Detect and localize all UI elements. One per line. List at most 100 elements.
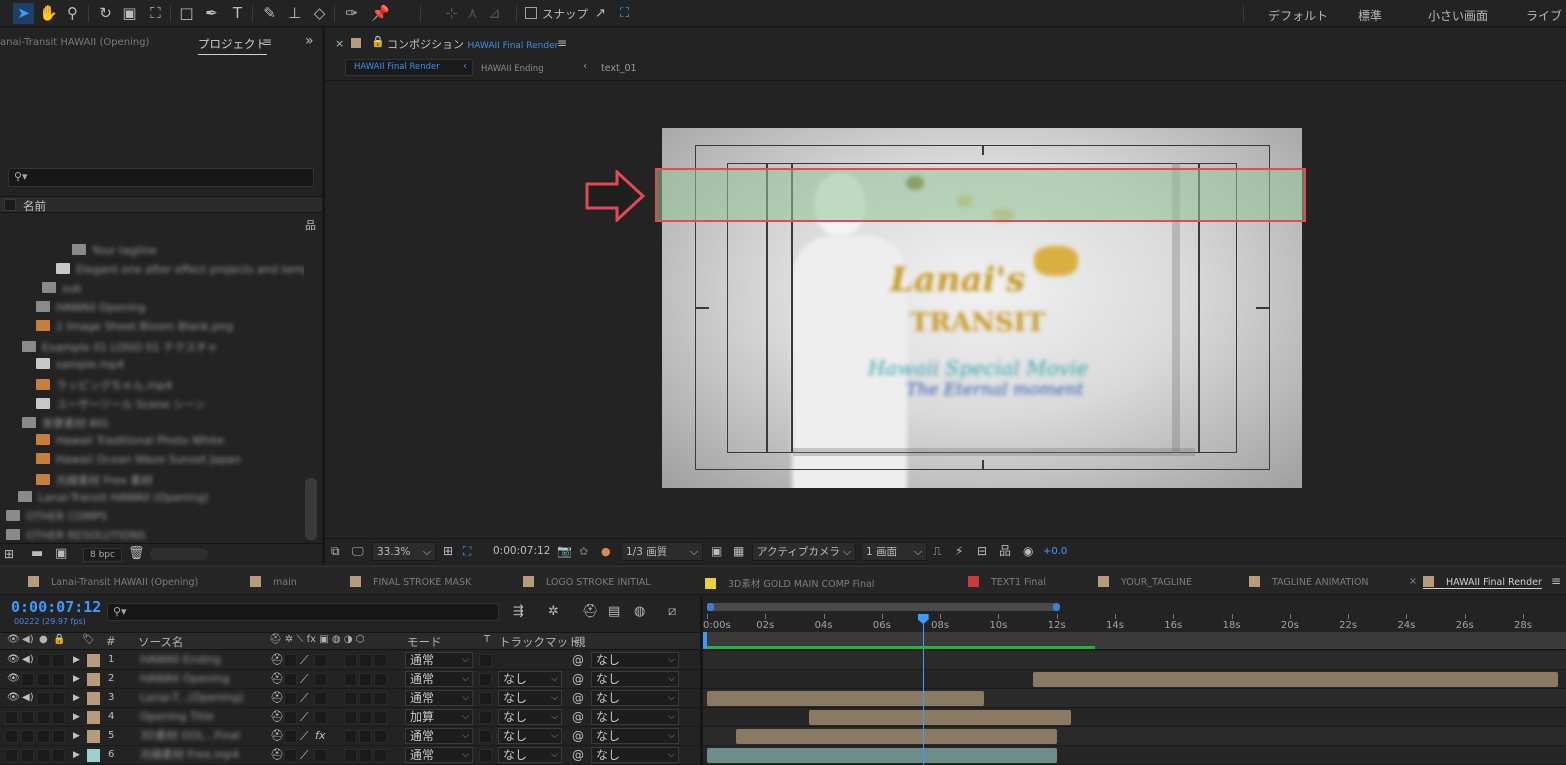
toggle-pixel-aspect-icon[interactable]: ⎍ (933, 542, 941, 561)
effects-switch[interactable] (314, 749, 327, 762)
expand-triangle-icon[interactable]: ▶ (73, 689, 80, 707)
track-matte-dropdown[interactable]: なし ⌵ (498, 671, 562, 687)
layer-source-name[interactable]: HAWAII Opening (140, 670, 260, 688)
show-snapshot-icon[interactable]: ✿ (579, 542, 588, 561)
track-matte-dropdown[interactable]: なし ⌵ (498, 728, 562, 744)
resolution-dropdown[interactable]: 1/3 画質 ⌵ (621, 542, 703, 561)
time-ruler[interactable]: 0:00s 02s 04s 06s 08s 10s 12s 14s 16s 18s 20s 22s 24… (703, 603, 1566, 631)
layer-row[interactable]: ▶ 4 Opening Title ⛑ ⟋ 加算 ⌵ なし ⌵ @ なし ⌵ (0, 708, 700, 727)
parent-dropdown[interactable]: なし ⌵ (591, 747, 679, 763)
parent-pickwhip-icon[interactable]: @ (572, 727, 584, 745)
workspace-default[interactable]: デフォルト (1268, 7, 1328, 24)
blend-mode-dropdown[interactable]: 通常 ⌵ (405, 671, 473, 687)
parent-column-header[interactable]: 親 (574, 634, 586, 650)
snap-checkbox[interactable] (525, 7, 537, 19)
label-column-box[interactable] (4, 199, 16, 211)
layer-source-name[interactable]: HAWAII Ending (140, 651, 260, 669)
comp-panel-menu-icon[interactable]: ≡ (557, 36, 567, 50)
close-tab-icon[interactable]: × (1409, 576, 1417, 587)
frame-blend-switch[interactable] (344, 692, 357, 705)
blend-mode-dropdown[interactable]: 通常 ⌵ (405, 728, 473, 744)
track-matte-dropdown[interactable]: なし ⌵ (498, 690, 562, 706)
visibility-eye-icon[interactable]: 👁 (7, 689, 20, 707)
camera-tool-icon[interactable]: ▣ (119, 3, 140, 24)
motion-blur-switch[interactable] (359, 730, 372, 743)
adjustment-switch[interactable] (374, 711, 387, 724)
collapse-switch[interactable] (284, 654, 297, 667)
lock-column-icon[interactable]: 🔒 (53, 634, 65, 645)
local-axis-icon[interactable]: ⊹ (441, 3, 462, 24)
solo-toggle[interactable] (37, 730, 50, 743)
region-of-interest-icon[interactable]: ▣ (711, 542, 722, 561)
collapse-switch[interactable] (284, 749, 297, 762)
visibility-column-icon[interactable]: 👁 (7, 634, 20, 645)
adjustment-switch[interactable] (374, 673, 387, 686)
safe-margins-icon[interactable]: ⊞ (443, 542, 453, 561)
brush-tool-icon[interactable]: ✎ (259, 3, 280, 24)
source-name-column-header[interactable]: ソース名 (138, 634, 183, 650)
solo-toggle[interactable] (37, 749, 50, 762)
shy-layers-icon[interactable]: ⛑ (582, 604, 599, 619)
view-axis-icon[interactable]: ⊿ (484, 3, 505, 24)
motion-blur-switch[interactable] (359, 654, 372, 667)
number-column-header[interactable]: # (106, 634, 116, 648)
preserve-transparency-toggle[interactable] (479, 692, 492, 705)
effects-switch[interactable] (314, 654, 327, 667)
project-list-item[interactable]: ラッピングちゃん.mp4 (36, 377, 172, 393)
layer-label-color[interactable] (87, 711, 100, 724)
project-list-item[interactable]: Elegant one after effect projects and te… (56, 263, 304, 279)
frame-blend-switch[interactable] (344, 654, 357, 667)
snap-target-icon[interactable]: ⛶ (614, 3, 635, 24)
layer-row[interactable]: ▶ 5 3D素材 GOL...Final ⛑ ⟋ fx 通常 ⌵ なし ⌵ @ なし ⌵ (0, 727, 700, 746)
project-list-item[interactable]: Example 01 LOGO 01 テクスチャ (22, 339, 218, 355)
parent-dropdown[interactable]: なし ⌵ (591, 728, 679, 744)
blend-mode-dropdown[interactable]: 通常 ⌵ (405, 747, 473, 763)
view-layout-dropdown[interactable]: 1 画面 ⌵ (861, 542, 927, 561)
monitor-icon[interactable]: 🖵 (352, 542, 364, 561)
lock-toggle[interactable] (52, 711, 65, 724)
shy-switch-icon[interactable]: ⛑ (270, 727, 284, 745)
visibility-eye-icon[interactable]: 👁 (7, 651, 20, 669)
solo-toggle[interactable] (37, 654, 50, 667)
breadcrumb-ending[interactable]: HAWAII Ending (481, 64, 544, 74)
audio-speaker-icon[interactable]: ◀) (22, 689, 34, 707)
thumbnail-slider[interactable] (150, 548, 208, 560)
workspace-standard[interactable]: 標準 (1358, 7, 1382, 24)
visibility-toggle[interactable] (5, 730, 18, 743)
breadcrumb-current[interactable]: HAWAII Final Render (345, 59, 473, 76)
frame-blend-switch[interactable] (344, 749, 357, 762)
rotate-tool-icon[interactable]: ↻ (95, 3, 116, 24)
flowchart-icon[interactable]: 品 (999, 542, 1011, 561)
workspace-small-screen[interactable]: 小さい画面 (1428, 7, 1488, 24)
preserve-transparency-toggle[interactable] (479, 730, 492, 743)
parent-pickwhip-icon[interactable]: @ (572, 708, 584, 726)
parent-pickwhip-icon[interactable]: @ (572, 651, 584, 669)
snap-arrow-icon[interactable]: ↗ (590, 3, 611, 24)
collapse-switch[interactable] (284, 692, 297, 705)
frame-blending-icon[interactable]: ▤ (608, 604, 620, 619)
layer-duration-bar[interactable] (707, 691, 984, 706)
lock-toggle[interactable] (52, 673, 65, 686)
effects-switch[interactable] (314, 692, 327, 705)
trackmatte-column-header[interactable]: トラックマット (499, 634, 580, 650)
lock-toggle[interactable] (52, 749, 65, 762)
motion-blur-switch[interactable] (359, 711, 372, 724)
preserve-transparency-toggle[interactable] (479, 654, 492, 667)
mode-column-header[interactable]: モード (407, 634, 442, 650)
draft-3d-icon[interactable]: ✲ (548, 604, 559, 619)
new-composition-icon[interactable]: ▣ (55, 546, 67, 561)
quality-switch-icon[interactable]: ⟋ (300, 670, 308, 688)
flowchart-icon[interactable]: 品 (305, 217, 316, 233)
close-icon[interactable]: × (335, 37, 344, 50)
world-axis-icon[interactable]: ⋏ (462, 3, 483, 24)
frame-blend-switch[interactable] (344, 711, 357, 724)
new-folder-icon[interactable]: ▬ (31, 546, 43, 561)
shy-switch-icon[interactable]: ⛑ (270, 689, 284, 707)
effects-switch[interactable] (314, 673, 327, 686)
project-scrollbar[interactable] (305, 478, 317, 540)
parent-pickwhip-icon[interactable]: @ (572, 746, 584, 764)
breadcrumb-text01[interactable]: text_01 (601, 63, 637, 74)
adjustment-switch[interactable] (374, 749, 387, 762)
track-matte-dropdown[interactable]: なし ⌵ (498, 709, 562, 725)
preserve-transparency-toggle[interactable] (479, 711, 492, 724)
